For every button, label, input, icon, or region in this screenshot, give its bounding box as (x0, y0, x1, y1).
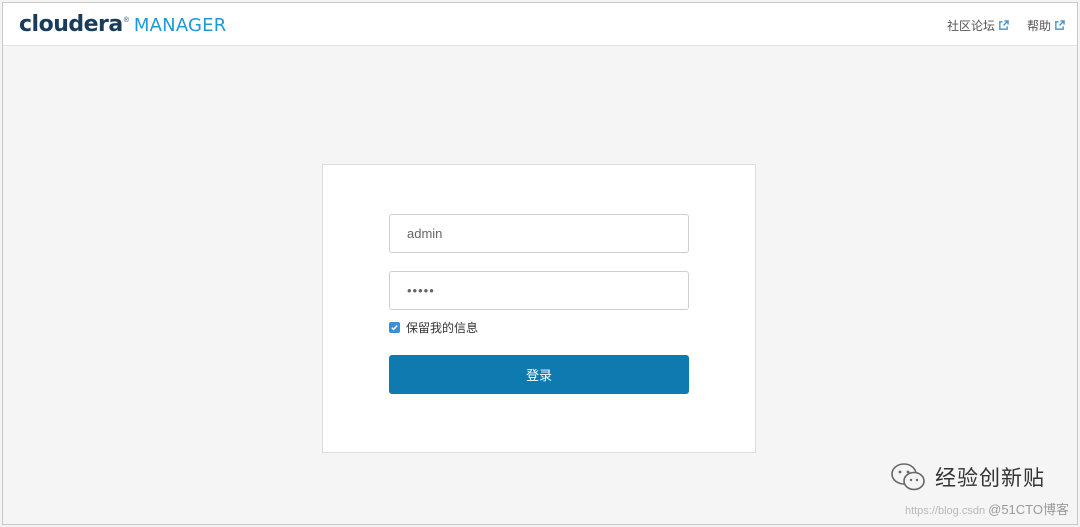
password-input[interactable] (389, 271, 689, 310)
username-input[interactable] (389, 214, 689, 253)
logo-word: cloudera (19, 12, 123, 37)
community-forum-label: 社区论坛 (946, 19, 995, 33)
remember-me-checkbox[interactable]: 保留我的信息 (389, 319, 478, 336)
wechat-icon (889, 461, 927, 493)
watermark: 经验创新贴 (889, 461, 1045, 493)
remember-me-label: 保留我的信息 (406, 321, 479, 335)
login-card: 保留我的信息 登录 (322, 164, 756, 453)
watermark-source: @51CTO博客 (988, 502, 1069, 517)
cloudera-manager-logo[interactable]: cloudera ® MANAGER (19, 12, 226, 37)
top-header: cloudera ® MANAGER 社区论坛 帮助 (3, 3, 1077, 46)
watermark-title: 经验创新贴 (935, 466, 1045, 490)
watermark-url: https://blog.csdn @51CTO博客 (905, 499, 1069, 518)
external-link-icon (1054, 20, 1065, 31)
community-forum-link[interactable]: 社区论坛 (947, 17, 1009, 34)
logo-product-name: MANAGER (133, 15, 227, 36)
logo-registered-mark: ® (123, 17, 129, 24)
login-button[interactable]: 登录 (389, 355, 689, 394)
external-link-icon (998, 20, 1009, 31)
app-window: cloudera ® MANAGER 社区论坛 帮助 admin ••••• 保… (2, 2, 1078, 525)
help-label: 帮助 (1026, 19, 1051, 33)
checkbox-checked-icon[interactable] (389, 322, 400, 333)
watermark-url-text: https://blog.csdn (904, 505, 986, 517)
help-link[interactable]: 帮助 (1027, 17, 1065, 34)
header-nav: 社区论坛 帮助 (947, 17, 1065, 34)
